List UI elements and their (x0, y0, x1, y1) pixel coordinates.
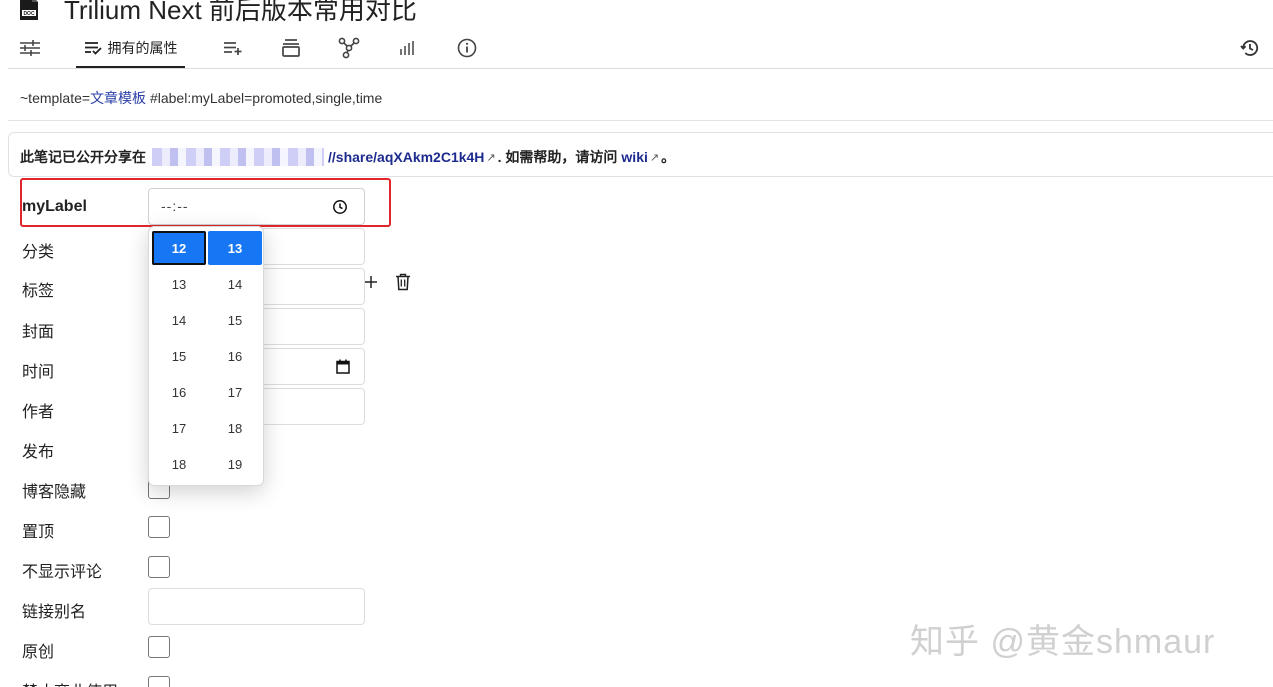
svg-text:DOC: DOC (23, 11, 35, 17)
original-checkbox[interactable] (148, 636, 170, 658)
wiki-link[interactable]: wiki (621, 149, 647, 165)
author-label: 作者 (22, 404, 55, 421)
attribute-editor[interactable]: ~template=文章模板 #label:myLabel=promoted,s… (20, 88, 382, 108)
owned-attributes-tab-label: 拥有的属性 (107, 40, 178, 56)
tags-label: 标签 (22, 283, 55, 300)
label-definition: #label:myLabel=promoted,single,time (146, 90, 383, 106)
note-map-tab[interactable] (338, 30, 360, 66)
basic-properties-tab[interactable] (18, 30, 42, 66)
category-label: 分类 (22, 244, 55, 261)
hour-option[interactable]: 13 (152, 266, 206, 302)
minute-option[interactable]: 15 (208, 302, 262, 338)
link-alias-label: 链接别名 (22, 604, 87, 621)
minute-option[interactable]: 14 (208, 266, 262, 302)
similar-notes-tab[interactable] (398, 30, 418, 66)
watermark: 知乎 @黄金shmaur (910, 623, 1216, 661)
hour-option[interactable]: 17 (152, 410, 206, 446)
external-link-icon: ↗ (486, 151, 496, 164)
bar-chart-icon (399, 40, 417, 56)
playlist-add-icon (223, 41, 243, 55)
hour-option[interactable]: 14 (152, 302, 206, 338)
note-paths-tab[interactable] (280, 30, 302, 66)
time-label: 时间 (22, 364, 55, 381)
blog-hidden-label: 博客隐藏 (22, 484, 87, 501)
minute-column[interactable]: 13 14 15 16 17 18 19 (208, 230, 262, 482)
calendar-icon[interactable] (336, 359, 350, 379)
trash-icon[interactable] (394, 272, 412, 292)
pinned-checkbox[interactable] (148, 516, 170, 538)
hour-option[interactable]: 18 (152, 446, 206, 482)
no-commercial-checkbox[interactable] (148, 676, 170, 687)
minute-option[interactable]: 13 (208, 231, 262, 265)
original-label: 原创 (22, 644, 55, 661)
minute-option[interactable]: 16 (208, 338, 262, 374)
note-info-tab[interactable] (456, 30, 478, 66)
plus-icon[interactable] (362, 272, 380, 292)
ribbon-tabs: 拥有的属性 (18, 30, 1273, 68)
no-commercial-label: 禁止商业使用 (22, 678, 118, 687)
template-link[interactable]: 文章模板 (90, 90, 146, 106)
no-comments-checkbox[interactable] (148, 556, 170, 578)
minute-option[interactable]: 18 (208, 410, 262, 446)
attribute-divider (8, 120, 1273, 121)
doc-icon: DOC (18, 0, 40, 21)
note-page: DOC Trilium Next 前后版本常用对比 拥有的属性 ~templat… (0, 0, 1273, 687)
shared-note-notice: 此笔记已公开分享在 //share/aqXAkm2C1k4H ↗ . 如需帮助，… (8, 132, 1273, 177)
hour-option[interactable]: 12 (152, 231, 206, 265)
sliders-icon (19, 39, 41, 57)
minute-option[interactable]: 17 (208, 374, 262, 410)
share-notice-prefix: 此笔记已公开分享在 (20, 149, 146, 165)
highlight-annotation (20, 178, 391, 227)
hour-option[interactable]: 16 (152, 374, 206, 410)
note-history-button[interactable] (1238, 30, 1262, 66)
pinned-label: 置顶 (22, 524, 55, 541)
tabs-divider (8, 68, 1273, 69)
inherited-attributes-tab[interactable] (222, 30, 244, 66)
attribute-list-icon (84, 41, 102, 55)
tags-row-actions (362, 272, 426, 292)
share-url-link[interactable]: //share/aqXAkm2C1k4H (328, 149, 484, 165)
minute-option[interactable]: 19 (208, 446, 262, 482)
share-notice-suffix: 。 (661, 149, 676, 165)
link-alias-input[interactable] (148, 588, 365, 625)
stack-icon (281, 38, 301, 58)
redacted-url-host (152, 148, 324, 166)
publish-label: 发布 (22, 444, 55, 461)
note-title[interactable]: Trilium Next 前后版本常用对比 (64, 0, 417, 27)
info-icon (457, 38, 477, 58)
template-prefix: ~template= (20, 90, 91, 106)
note-title-row: DOC Trilium Next 前后版本常用对比 (18, 0, 417, 28)
share-notice-middle: . 如需帮助，请访问 (497, 149, 618, 165)
hour-option[interactable]: 15 (152, 338, 206, 374)
history-icon (1240, 38, 1260, 58)
cover-label: 封面 (22, 324, 55, 341)
time-picker-dropdown: 12 13 14 15 16 17 18 13 14 15 16 17 18 19 (148, 226, 264, 486)
hour-column[interactable]: 12 13 14 15 16 17 18 (152, 230, 206, 482)
no-comments-label: 不显示评论 (22, 564, 103, 581)
network-icon (338, 37, 360, 59)
external-link-icon: ↗ (649, 151, 660, 164)
owned-attributes-tab[interactable]: 拥有的属性 (76, 30, 185, 68)
